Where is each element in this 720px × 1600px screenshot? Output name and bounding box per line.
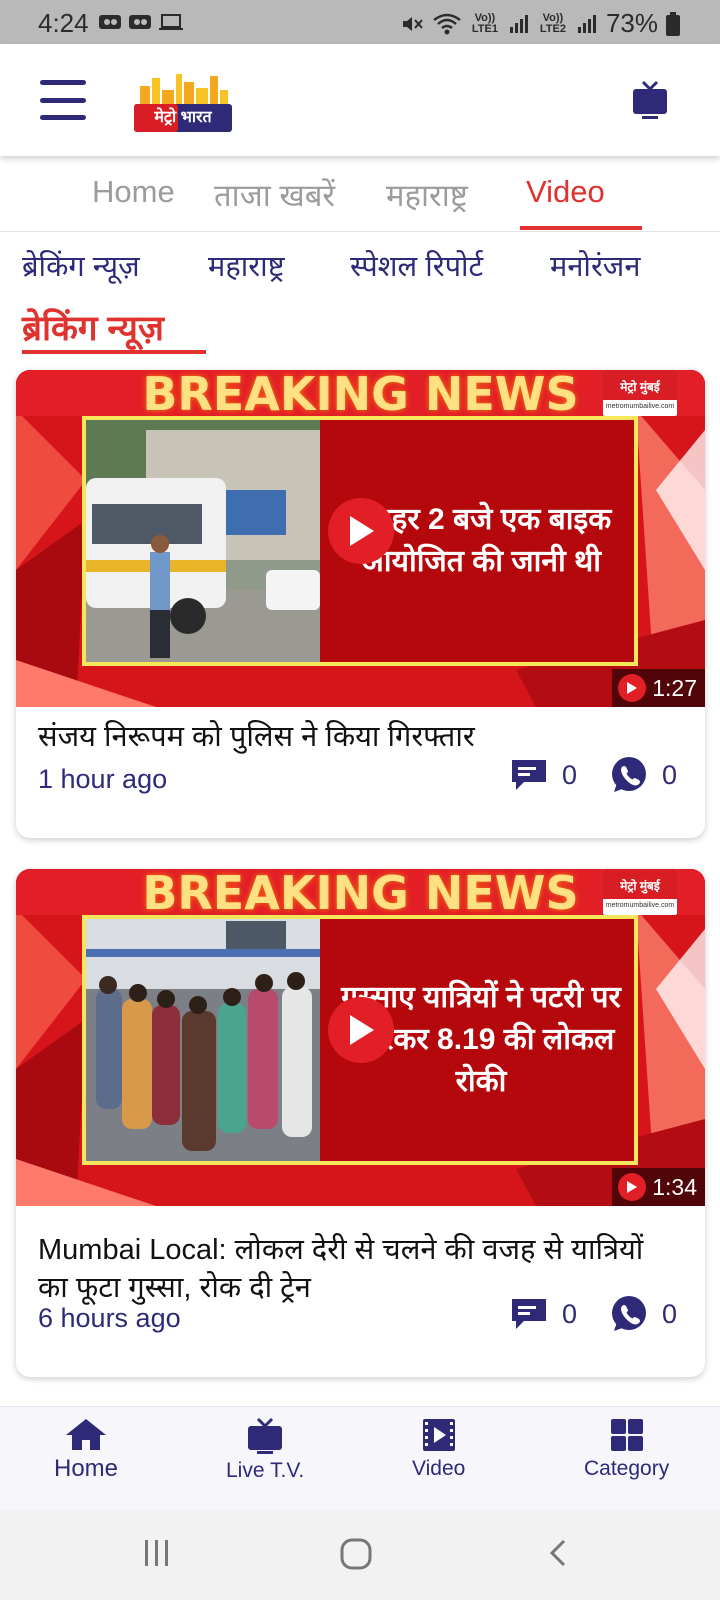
nav-video[interactable]: Video bbox=[412, 1417, 465, 1481]
video-notification-icon bbox=[129, 15, 151, 29]
back-button[interactable] bbox=[546, 1538, 570, 1573]
comment-count: 0 bbox=[562, 759, 578, 790]
hamburger-icon[interactable] bbox=[40, 80, 86, 120]
nav-home[interactable]: Home bbox=[54, 1417, 118, 1483]
nav-category-label: Category bbox=[584, 1457, 670, 1480]
status-bar: 4:24 Vo)) LTE1 Vo)) LTE2 73% bbox=[0, 0, 720, 44]
comment-count-button[interactable]: 0 bbox=[510, 1297, 577, 1331]
video-card[interactable]: BREAKING NEWS मेट्रो मुंबई metromumbaili… bbox=[16, 869, 705, 1377]
nav-home-label: Home bbox=[54, 1455, 119, 1482]
channel-name: मेट्रो मुंबई bbox=[603, 869, 677, 899]
nav-video-label: Video bbox=[412, 1457, 466, 1480]
news-photo bbox=[86, 420, 320, 662]
laptop-notification-icon bbox=[159, 14, 183, 30]
app-logo[interactable]: मेट्रो भारत bbox=[134, 70, 232, 132]
video-time-ago: 6 hours ago bbox=[38, 1303, 181, 1333]
whatsapp-icon bbox=[612, 1296, 646, 1331]
duration-text: 1:34 bbox=[652, 1173, 697, 1200]
comment-count-button[interactable]: 0 bbox=[510, 758, 577, 792]
section-title-underline bbox=[22, 350, 206, 354]
tab-maharashtra[interactable]: महाराष्ट्र bbox=[386, 174, 468, 216]
channel-url: metromumbailive.com bbox=[605, 403, 675, 410]
comment-icon bbox=[512, 1299, 546, 1329]
video-card[interactable]: BREAKING NEWS मेट्रो मुंबई metromumbaili… bbox=[16, 370, 705, 838]
subcategory-maharashtra[interactable]: महाराष्ट्र bbox=[208, 246, 285, 285]
whatsapp-share-button[interactable]: 0 bbox=[610, 756, 677, 794]
tab-home[interactable]: Home bbox=[92, 174, 175, 210]
tab-video[interactable]: Video bbox=[526, 174, 605, 210]
play-button[interactable] bbox=[328, 498, 394, 564]
battery-percent: 73% bbox=[605, 8, 658, 38]
status-notification-icons bbox=[98, 12, 184, 32]
share-count: 0 bbox=[662, 1298, 678, 1329]
home-system-button[interactable] bbox=[340, 1538, 372, 1575]
logo-text: मेट्रो भारत bbox=[154, 109, 212, 126]
section-title: ब्रेकिंग न्यूज़ bbox=[22, 309, 164, 348]
comment-icon bbox=[512, 760, 546, 790]
video-notification-icon bbox=[99, 15, 121, 29]
play-icon bbox=[350, 516, 374, 546]
whatsapp-icon bbox=[612, 757, 646, 792]
subcategory-entertainment[interactable]: मनोरंजन bbox=[550, 246, 640, 285]
video-title[interactable]: संजय निरूपम को पुलिस ने किया गिरफ्तार bbox=[38, 718, 678, 756]
signal-icon bbox=[509, 14, 528, 33]
video-time-ago: 1 hour ago bbox=[38, 764, 168, 794]
breaking-news-banner: BREAKING NEWS bbox=[142, 869, 579, 920]
play-icon bbox=[350, 1015, 374, 1045]
video-duration: 1:34 bbox=[612, 1168, 705, 1206]
channel-name: मेट्रो मुंबई bbox=[603, 370, 677, 400]
play-button[interactable] bbox=[328, 997, 394, 1063]
bottom-navigation: Home Live T.V. Video Category bbox=[0, 1406, 720, 1510]
subcategory-special-report[interactable]: स्पेशल रिपोर्ट bbox=[350, 246, 483, 285]
sub-category-bar: ब्रेकिंग न्यूज़ महाराष्ट्र स्पेशल रिपोर्… bbox=[0, 246, 720, 290]
video-duration: 1:27 bbox=[612, 669, 705, 707]
video-thumbnail[interactable]: BREAKING NEWS मेट्रो मुंबई metromumbaili… bbox=[16, 370, 705, 707]
app-header: मेट्रो भारत bbox=[0, 44, 720, 156]
signal-icon bbox=[577, 14, 596, 33]
live-tv-header-button[interactable] bbox=[632, 80, 668, 125]
news-photo bbox=[86, 919, 320, 1161]
channel-logo: मेट्रो मुंबई metromumbailive.com bbox=[603, 370, 677, 416]
tab-latest-news[interactable]: ताजा खबरें bbox=[214, 174, 335, 216]
recent-apps-icon bbox=[145, 1540, 168, 1566]
wifi-icon bbox=[433, 13, 461, 34]
home-icon bbox=[66, 1419, 107, 1450]
sim1-label: Vo)) LTE1 bbox=[471, 11, 498, 35]
channel-url: metromumbailive.com bbox=[605, 902, 675, 909]
nav-live-tv-label: Live T.V. bbox=[226, 1459, 305, 1482]
video-icon bbox=[422, 1419, 455, 1451]
status-right: Vo)) LTE1 Vo)) LTE2 73% bbox=[400, 8, 680, 39]
sim2-label: Vo)) LTE2 bbox=[539, 11, 566, 35]
subcategory-breaking-news[interactable]: ब्रेकिंग न्यूज़ bbox=[22, 246, 140, 285]
battery-icon bbox=[666, 11, 680, 36]
play-small-icon bbox=[618, 1173, 647, 1201]
main-tabs: Home ताजा खबरें महाराष्ट्र Video bbox=[0, 162, 720, 232]
duration-text: 1:27 bbox=[652, 674, 697, 701]
status-time: 4:24 bbox=[38, 8, 89, 38]
active-tab-indicator bbox=[520, 226, 642, 230]
tv-icon bbox=[633, 80, 667, 119]
grid-icon bbox=[610, 1419, 643, 1451]
back-chevron-icon bbox=[549, 1539, 566, 1567]
breaking-news-banner: BREAKING NEWS bbox=[142, 370, 579, 421]
mute-icon bbox=[402, 16, 423, 31]
channel-logo: मेट्रो मुंबई metromumbailive.com bbox=[603, 869, 677, 915]
nav-live-tv[interactable]: Live T.V. bbox=[226, 1417, 304, 1483]
tv-icon bbox=[248, 1417, 283, 1454]
share-count: 0 bbox=[662, 759, 678, 790]
nav-category[interactable]: Category bbox=[584, 1417, 669, 1481]
recent-apps-button[interactable] bbox=[142, 1538, 172, 1573]
home-circle-icon bbox=[340, 1538, 372, 1570]
video-title[interactable]: Mumbai Local: लोकल देरी से चलने की वजह स… bbox=[38, 1231, 678, 1307]
whatsapp-share-button[interactable]: 0 bbox=[610, 1295, 677, 1333]
comment-count: 0 bbox=[562, 1298, 578, 1329]
play-small-icon bbox=[618, 674, 647, 702]
system-navigation-bar bbox=[0, 1510, 720, 1600]
video-thumbnail[interactable]: BREAKING NEWS मेट्रो मुंबई metromumbaili… bbox=[16, 869, 705, 1206]
